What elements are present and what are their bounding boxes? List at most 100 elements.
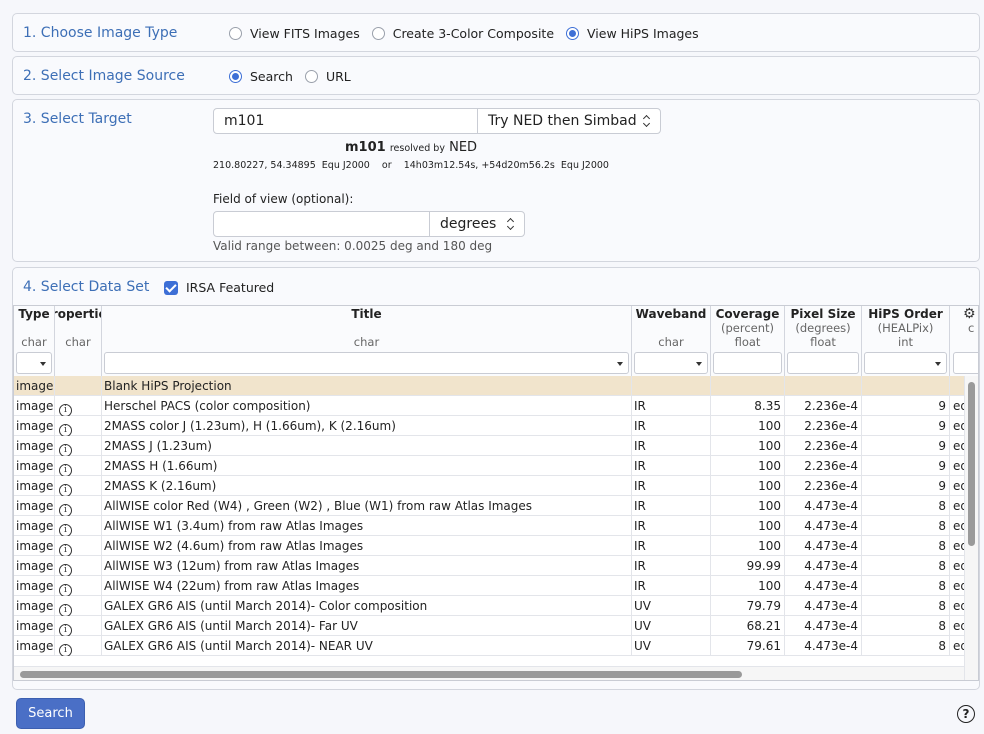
radio-circle[interactable] [304, 70, 318, 83]
resolver-select[interactable]: Try NED then Simbad [477, 108, 661, 134]
radio-view-hips[interactable]: View HiPS Images [566, 26, 699, 41]
cell-info[interactable]: i [55, 496, 102, 516]
info-icon[interactable]: i [59, 544, 72, 556]
resolved-name: m101 [345, 140, 386, 155]
table-settings-button[interactable]: ⚙ [963, 306, 978, 324]
radio-circle[interactable] [229, 27, 242, 40]
cell-waveband: UV [632, 616, 711, 636]
fov-input[interactable] [213, 211, 431, 237]
radio-circle[interactable] [229, 70, 242, 83]
table-row[interactable]: image i GALEX GR6 AIS (until March 2014)- … [14, 596, 978, 616]
cell-info[interactable]: i [55, 556, 102, 576]
scrollbar-thumb[interactable] [20, 671, 742, 678]
irsa-featured-checkbox[interactable] [164, 280, 178, 295]
target-input[interactable]: m101 [213, 108, 478, 134]
cell-info[interactable]: i [55, 456, 102, 476]
table-row[interactable]: image i 2MASS K (2.16um) IR 100 2.236e-4 9 eq [14, 476, 978, 496]
cell-type: image [14, 576, 55, 596]
table-row[interactable]: image i GALEX GR6 AIS (until March 2014)- … [14, 636, 978, 656]
info-icon[interactable]: i [59, 444, 72, 456]
column-header-waveband[interactable]: Waveband char [632, 306, 711, 376]
info-icon[interactable]: i [59, 624, 72, 636]
cell-waveband: UV [632, 596, 711, 616]
column-name: Title [351, 307, 382, 321]
fov-units-select[interactable]: degrees [429, 211, 525, 237]
cell-info[interactable]: i [55, 476, 102, 496]
irsa-featured-toggle[interactable]: IRSA Featured [164, 280, 274, 295]
column-header-type[interactable]: Type char [14, 306, 55, 376]
cell-info[interactable]: i [55, 596, 102, 616]
table-row[interactable]: image i Herschel PACS (color composition) I… [14, 396, 978, 416]
cell-order: 8 [862, 496, 950, 516]
radio-view-fits[interactable]: View FITS Images [229, 26, 360, 41]
table-row[interactable]: image i 2MASS color J (1.23um), H (1.66um)… [14, 416, 978, 436]
cell-info[interactable]: i [55, 616, 102, 636]
info-icon[interactable]: i [59, 404, 72, 416]
info-icon[interactable]: i [59, 564, 72, 576]
cell-type: image [14, 456, 55, 476]
column-header-pixel-size[interactable]: Pixel Size (degrees) float [785, 306, 862, 376]
table-row[interactable]: image i AllWISE W1 (3.4um) from raw Atlas … [14, 516, 978, 536]
cell-type: image [14, 636, 55, 656]
table-row[interactable]: image i AllWISE color Red (W4) , Green (W2… [14, 496, 978, 516]
radio-circle[interactable] [371, 27, 385, 40]
cell-info[interactable]: i [55, 636, 102, 656]
pixel-size-filter[interactable] [787, 352, 859, 374]
table-row[interactable]: image i AllWISE W4 (22um) from raw Atlas I… [14, 576, 978, 596]
column-header-title[interactable]: Title char [102, 306, 632, 376]
cell-info[interactable]: i [55, 576, 102, 596]
cell-type: image [14, 596, 55, 616]
cell-order: 8 [862, 596, 950, 616]
coverage-filter[interactable] [713, 352, 782, 374]
cell-waveband: IR [632, 436, 711, 456]
cell-coverage: 79.61 [711, 636, 785, 656]
info-icon[interactable]: i [59, 584, 72, 596]
extra-filter[interactable] [953, 352, 978, 374]
info-icon[interactable]: i [59, 424, 72, 436]
cell-title: 2MASS H (1.66um) [102, 456, 632, 476]
radio-search[interactable]: Search [229, 69, 293, 84]
cell-coverage: 100 [711, 476, 785, 496]
table-row[interactable]: image i AllWISE W3 (12um) from raw Atlas I… [14, 556, 978, 576]
fov-label: Field of view (optional): [213, 192, 354, 206]
radio-3color[interactable]: Create 3-Color Composite [371, 26, 555, 41]
info-icon[interactable]: i [59, 464, 72, 476]
table-row[interactable]: image i GALEX GR6 AIS (until March 2014)- … [14, 616, 978, 636]
info-icon[interactable]: i [59, 604, 72, 616]
column-header-hips-order[interactable]: HiPS Order (HEALPix) int [862, 306, 950, 376]
column-header-coverage[interactable]: Coverage (percent) float [711, 306, 785, 376]
cell-info[interactable]: i [55, 536, 102, 556]
table-row[interactable]: image i 2MASS H (1.66um) IR 100 2.236e-4 9 eq [14, 456, 978, 476]
waveband-filter[interactable] [634, 352, 708, 374]
info-icon[interactable]: i [59, 524, 72, 536]
info-icon[interactable]: i [59, 484, 72, 496]
table-row[interactable]: image Blank HiPS Projection [14, 376, 978, 396]
caret-down-icon [696, 362, 702, 366]
info-icon[interactable]: i [59, 644, 72, 656]
cell-coverage: 100 [711, 496, 785, 516]
cell-type: image [14, 416, 55, 436]
column-header-properties[interactable]: Properties char [55, 306, 102, 376]
table-row[interactable]: image i AllWISE W2 (4.6um) from raw Atlas … [14, 536, 978, 556]
cell-info[interactable]: i [55, 436, 102, 456]
cell-info[interactable]: i [55, 516, 102, 536]
cell-title: AllWISE W2 (4.6um) from raw Atlas Images [102, 536, 632, 556]
radio-circle[interactable] [566, 27, 580, 40]
cell-info[interactable]: i [55, 416, 102, 436]
cell-info[interactable]: i [55, 396, 102, 416]
info-icon[interactable]: i [59, 504, 72, 516]
radio-label: Create 3-Color Composite [392, 26, 555, 41]
search-button[interactable]: Search [16, 698, 85, 729]
hips-order-filter[interactable] [864, 352, 947, 374]
table-horizontal-scrollbar[interactable] [14, 666, 964, 680]
help-icon[interactable]: ? [957, 705, 975, 723]
scrollbar-thumb[interactable] [968, 382, 975, 546]
radio-url[interactable]: URL [304, 69, 351, 84]
title-filter[interactable] [104, 352, 629, 374]
column-units: (percent) [720, 321, 775, 335]
hips-table: Type char Properties char Title char Wav… [13, 305, 979, 681]
type-filter[interactable] [16, 352, 52, 374]
cell-pixel: 4.473e-4 [785, 616, 862, 636]
table-row[interactable]: image i 2MASS J (1.23um) IR 100 2.236e-4 9 eq [14, 436, 978, 456]
table-vertical-scrollbar[interactable] [964, 376, 978, 680]
